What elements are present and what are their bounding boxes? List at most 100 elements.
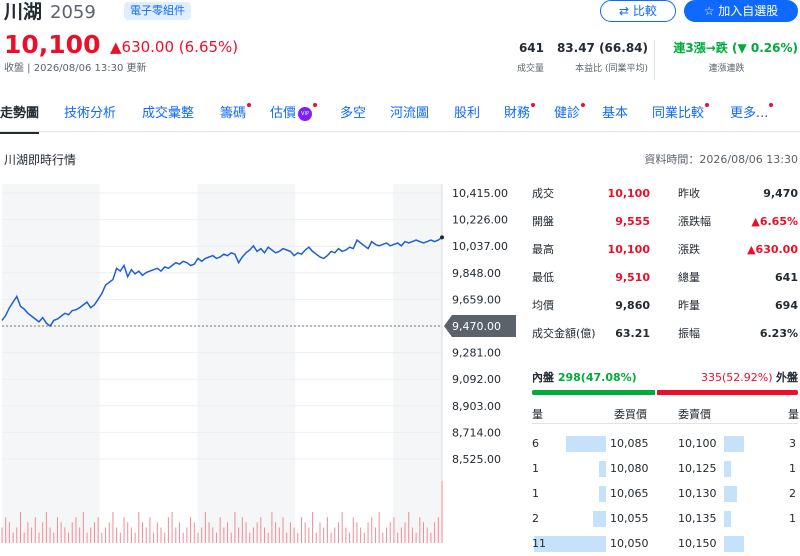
pe-stat: 83.47 (66.84) 本益比 (同業平均) [556, 40, 648, 76]
y-tick-label: 9,092.00 [452, 373, 501, 386]
quote-row: 均價 9,860 昨量 694 [532, 296, 798, 316]
quote-v1: 9,860 [615, 299, 650, 312]
tab-9[interactable]: 健診 [554, 103, 586, 124]
tab-label: 同業比較 [652, 106, 705, 121]
tab-6[interactable]: 河流圖 [390, 104, 429, 124]
new-dot [581, 103, 586, 107]
tab-0[interactable]: 走勢圖 [0, 104, 40, 134]
tab-7[interactable]: 股利 [454, 104, 480, 124]
tab-label: 籌碼 [220, 106, 247, 121]
order-book-row: 1 10,065 10,130 2 [532, 482, 798, 506]
tab-label: 更多... [730, 106, 769, 121]
hour-band [2, 184, 100, 543]
outer-volume: 335(52.92%) 外盤 [600, 370, 798, 386]
new-dot [705, 103, 710, 107]
tab-12[interactable]: 更多... [730, 103, 774, 124]
quote-row: 成交金額(億) 63.21 振幅 6.23% [532, 324, 798, 344]
order-book-row: 11 10,050 10,150 [532, 532, 798, 556]
tab-label: 股利 [454, 106, 481, 121]
compare-button[interactable]: ⇄ 比較 [600, 0, 676, 22]
tab-8[interactable]: 財務 [504, 103, 536, 124]
quote-row: 開盤 9,555 漲跌幅 ▲6.65% [532, 212, 798, 232]
quote-v1: 9,510 [615, 271, 650, 284]
quote-v2: ▲630.00 [747, 243, 798, 256]
stock-code: 2059 [50, 2, 96, 23]
tab-label: 走勢圖 [0, 106, 40, 121]
tab-label: 河流圖 [390, 106, 430, 121]
bid-qty-header: 量 [532, 408, 543, 421]
order-book-row: 1 10,080 10,125 1 [532, 457, 798, 481]
y-tick-label: 10,415.00 [452, 187, 508, 200]
section-title: 川湖即時行情 [4, 153, 77, 167]
tab-10[interactable]: 基本 [602, 104, 628, 124]
tab-3[interactable]: 籌碼 [220, 103, 252, 124]
order-ask: 10,150 [678, 537, 717, 550]
bid-price-header: 委買價 [614, 408, 647, 421]
tab-label: 估價 [270, 106, 297, 121]
quote-row: 成交 10,100 昨收 9,470 [532, 184, 798, 204]
tab-5[interactable]: 多空 [340, 104, 366, 124]
order-bid: 10,050 [610, 537, 649, 550]
outer-ratio-bar [657, 390, 798, 395]
new-dot [313, 103, 318, 107]
data-time: 資料時間：2026/08/06 13:30 [644, 153, 798, 166]
ask-qty-header: 量 [788, 408, 799, 421]
last-price-dot [440, 235, 444, 240]
prev-close-label: 9,470.00 [452, 320, 501, 333]
star-icon: ☆ [703, 4, 719, 18]
volume-stat: 641 成交量 [496, 40, 544, 76]
tab-label: 基本 [602, 106, 629, 121]
tab-label: 技術分析 [64, 106, 117, 121]
streak-label: 連漲連跌 [708, 64, 745, 74]
order-ask_qty: 1 [789, 462, 796, 475]
tab-11[interactable]: 同業比較 [652, 103, 710, 124]
streak-stat: 連3漲→跌 (▼ 0.26%) 連漲連跌 [654, 40, 798, 80]
outer-label: 外盤 [776, 371, 798, 384]
compare-label: 比較 [632, 4, 657, 18]
outer-value: 335(52.92%) [700, 371, 773, 384]
new-dot [769, 103, 774, 107]
volume-label: 成交量 [516, 64, 544, 74]
quote-v2: 9,470 [763, 187, 798, 200]
watchlist-label: 加入自選股 [718, 4, 779, 18]
hour-band [197, 184, 296, 543]
quote-v1: 9,555 [615, 215, 650, 228]
y-tick-label: 8,525.00 [452, 453, 501, 466]
new-dot [247, 103, 252, 107]
y-tick-label: 9,281.00 [452, 347, 501, 360]
order-ask_qty: 1 [789, 512, 796, 525]
quote-v1: 10,100 [607, 187, 650, 200]
quote-v1: 10,100 [607, 243, 650, 256]
add-watchlist-button[interactable]: ☆ 加入自選股 [684, 0, 798, 22]
quote-v1: 63.21 [615, 327, 650, 340]
intraday-chart: 10,415.00 10,226.00 10,037.00 9,848.00 9,659… [1, 184, 516, 543]
tab-label: 健診 [554, 106, 581, 121]
inner-ratio-bar [532, 390, 655, 395]
hour-band [393, 184, 442, 543]
industry-tag[interactable]: 電子零組件 [124, 2, 191, 20]
tab-label: 多空 [340, 106, 367, 121]
y-tick-label: 8,903.00 [452, 400, 501, 413]
order-ask_qty: 2 [789, 487, 796, 500]
volume-value: 641 [518, 41, 544, 55]
pe-value: 83.47 (66.84) [556, 41, 648, 55]
inner-label: 內盤 [532, 371, 554, 384]
tab-4[interactable]: 估價 VIP [270, 103, 318, 124]
quote-row: 最高 10,100 漲跌 ▲630.00 [532, 240, 798, 260]
tab-1[interactable]: 技術分析 [64, 104, 116, 124]
vip-badge: VIP [298, 106, 313, 121]
current-price: 10,100 [4, 30, 101, 59]
ask-volume-bar [724, 536, 744, 552]
tab-label: 成交彙整 [142, 106, 195, 121]
compare-icon: ⇄ [619, 4, 633, 18]
pe-label: 本益比 (同業平均) [575, 64, 648, 74]
tab-label: 財務 [504, 106, 531, 121]
order-book-header: 量 委買價 委賣價 量 [532, 406, 799, 424]
quote-v2: ▲6.65% [751, 215, 798, 228]
tab-2[interactable]: 成交彙整 [142, 104, 194, 124]
order-bid_qty: 11 [532, 537, 546, 550]
quote-v2: 694 [775, 299, 798, 312]
y-tick-label: 10,037.00 [452, 240, 508, 253]
tab-bar: 走勢圖 技術分析 成交彙整 籌碼 估價 VIP 多空 河流圖 股利 財務 健診 基本 同業比較 更多... [0, 96, 800, 134]
y-tick-label: 9,848.00 [452, 267, 501, 280]
